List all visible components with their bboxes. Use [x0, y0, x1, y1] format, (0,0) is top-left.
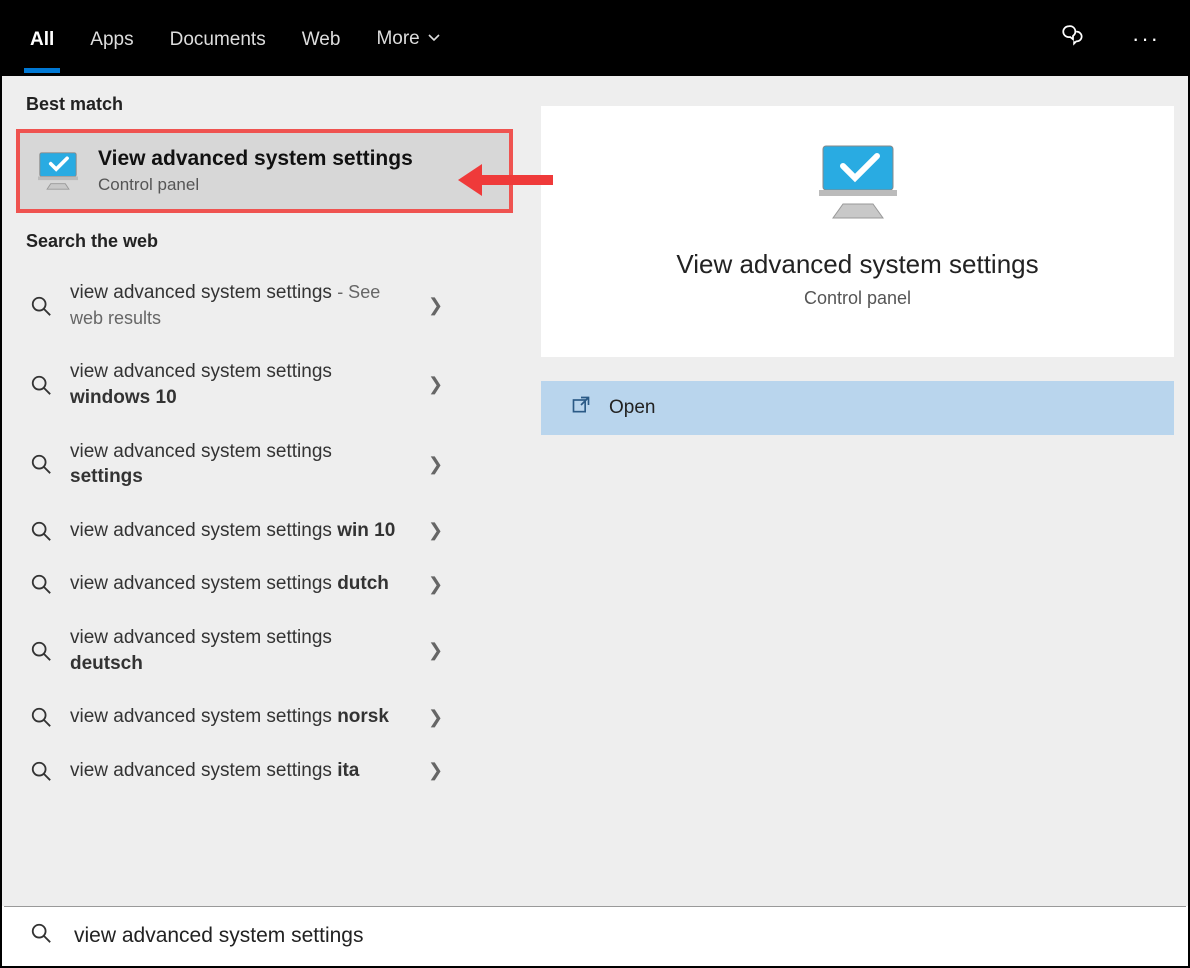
- best-match-result[interactable]: View advanced system settings Control pa…: [16, 129, 513, 213]
- web-result-item[interactable]: view advanced system settings windows 10…: [8, 345, 521, 424]
- tab-more[interactable]: More: [376, 28, 439, 50]
- top-tab-bar: All Apps Documents Web More ···: [2, 2, 1188, 76]
- chevron-right-icon[interactable]: ❯: [428, 520, 443, 541]
- chevron-right-icon[interactable]: ❯: [428, 574, 443, 595]
- search-icon: [30, 640, 52, 662]
- tab-apps[interactable]: Apps: [90, 7, 133, 71]
- web-result-item[interactable]: view advanced system settings deutsch ❯: [8, 611, 521, 690]
- preview-title: View advanced system settings: [561, 249, 1154, 280]
- web-result-item[interactable]: view advanced system settings norsk ❯: [8, 690, 521, 744]
- preview-subtitle: Control panel: [561, 288, 1154, 309]
- chevron-right-icon[interactable]: ❯: [428, 640, 443, 661]
- web-result-item[interactable]: view advanced system settings - See web …: [8, 266, 521, 345]
- search-icon: [30, 706, 52, 728]
- search-icon: [30, 573, 52, 595]
- chevron-right-icon[interactable]: ❯: [428, 454, 443, 475]
- chevron-down-icon: [428, 28, 440, 50]
- best-match-title: View advanced system settings: [98, 147, 413, 171]
- open-icon: [571, 395, 591, 421]
- web-result-item[interactable]: view advanced system settings dutch ❯: [8, 557, 521, 611]
- preview-panel: View advanced system settings Control pa…: [527, 76, 1188, 906]
- open-action[interactable]: Open: [541, 381, 1174, 435]
- more-options-icon[interactable]: ···: [1132, 26, 1160, 52]
- feedback-icon[interactable]: [1060, 23, 1086, 55]
- search-icon: [30, 453, 52, 475]
- web-result-item[interactable]: view advanced system settings ita ❯: [8, 744, 521, 798]
- tab-documents[interactable]: Documents: [170, 7, 266, 71]
- open-label: Open: [609, 397, 655, 419]
- search-icon: [30, 374, 52, 396]
- web-result-text: view advanced system settings: [70, 282, 337, 303]
- search-icon: [30, 760, 52, 782]
- search-icon: [30, 295, 52, 317]
- results-panel: Best match View advanced system settings…: [2, 76, 527, 906]
- section-best-match: Best match: [2, 76, 527, 129]
- search-icon: [30, 922, 52, 949]
- preview-card: View advanced system settings Control pa…: [541, 106, 1174, 357]
- web-results-list: view advanced system settings - See web …: [2, 266, 527, 798]
- search-bar[interactable]: [4, 906, 1186, 964]
- monitor-check-icon-large: [813, 209, 903, 226]
- tab-all[interactable]: All: [30, 7, 54, 71]
- chevron-right-icon[interactable]: ❯: [428, 295, 443, 316]
- web-result-item[interactable]: view advanced system settings settings ❯: [8, 425, 521, 504]
- search-input[interactable]: [74, 924, 1160, 948]
- chevron-right-icon[interactable]: ❯: [428, 760, 443, 781]
- tab-web[interactable]: Web: [302, 7, 341, 71]
- chevron-right-icon[interactable]: ❯: [428, 374, 443, 395]
- monitor-check-icon: [36, 151, 80, 191]
- best-match-subtitle: Control panel: [98, 175, 413, 195]
- chevron-right-icon[interactable]: ❯: [428, 707, 443, 728]
- tab-more-label: More: [376, 28, 419, 50]
- search-icon: [30, 520, 52, 542]
- web-result-item[interactable]: view advanced system settings win 10 ❯: [8, 504, 521, 558]
- section-search-web: Search the web: [2, 213, 527, 266]
